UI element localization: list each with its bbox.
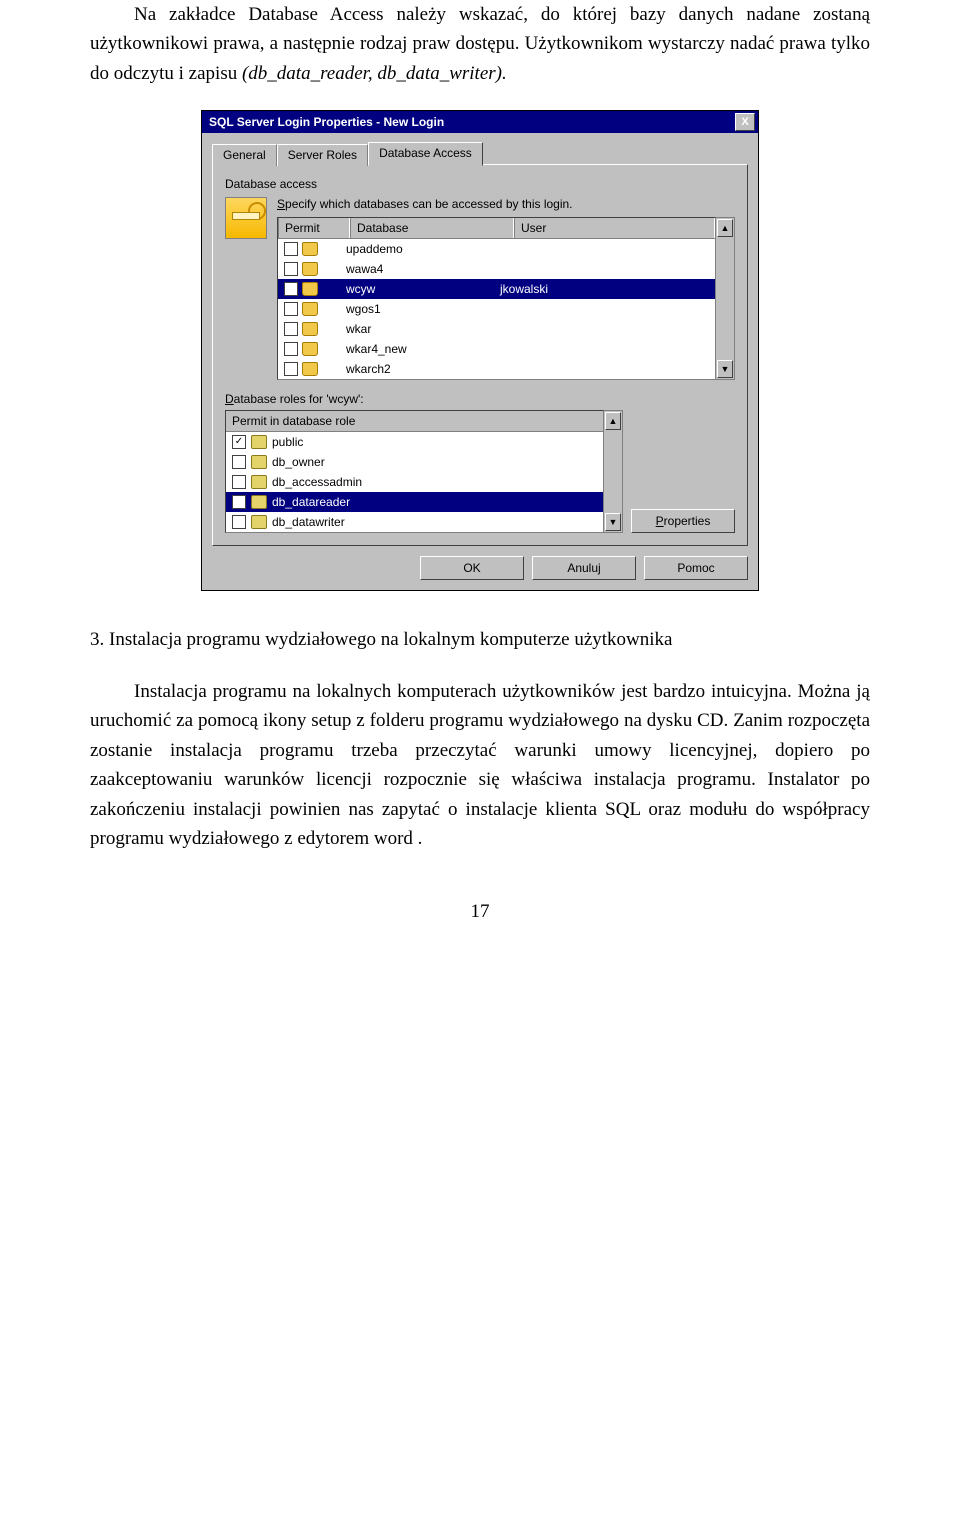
dialog-button-row: OK Anuluj Pomoc: [212, 556, 748, 580]
paragraph-2: Instalacja programu na lokalnych kompute…: [90, 677, 870, 854]
permit-checkbox[interactable]: [284, 322, 298, 336]
database-icon: [302, 342, 318, 356]
permit-checkbox[interactable]: [284, 242, 298, 256]
dialog-window: SQL Server Login Properties - New Login …: [201, 110, 759, 591]
db-name: upaddemo: [342, 242, 496, 256]
scroll-down-icon[interactable]: ▼: [717, 360, 733, 378]
role-name: db_accessadmin: [272, 475, 362, 489]
database-icon: [302, 302, 318, 316]
ok-button[interactable]: OK: [420, 556, 524, 580]
properties-button[interactable]: Properties: [631, 509, 735, 533]
role-name: db_datawriter: [272, 515, 345, 529]
db-name: wkar4_new: [342, 342, 496, 356]
p1-b: (db_data_reader, db_data_writer).: [242, 63, 507, 84]
role-icon: [251, 455, 267, 469]
database-icon: [302, 242, 318, 256]
roles-label: Database roles for 'wcyw':: [225, 392, 735, 406]
db-name: wawa4: [342, 262, 496, 276]
database-icon: [302, 322, 318, 336]
scroll-up-icon[interactable]: ▲: [717, 219, 733, 237]
list-item[interactable]: ✓ db_datareader: [226, 492, 603, 512]
section-heading: 3. Instalacja programu wydziałowego na l…: [90, 625, 870, 654]
database-icon: [302, 262, 318, 276]
role-checkbox[interactable]: [232, 515, 246, 529]
table-row[interactable]: ✓ wcywjkowalski: [278, 279, 715, 299]
roles-header[interactable]: Permit in database role: [226, 411, 603, 432]
section-label: Database access: [225, 177, 735, 191]
scroll-up-icon[interactable]: ▲: [605, 412, 621, 430]
screenshot-container: SQL Server Login Properties - New Login …: [90, 110, 870, 591]
col-user[interactable]: User: [514, 218, 715, 238]
specify-text: Specify which databases can be accessed …: [277, 197, 735, 211]
cancel-button[interactable]: Anuluj: [532, 556, 636, 580]
properties-label: roperties: [664, 514, 711, 528]
table-row[interactable]: wawa4: [278, 259, 715, 279]
role-icon: [251, 495, 267, 509]
role-name: db_owner: [272, 455, 325, 469]
help-button[interactable]: Pomoc: [644, 556, 748, 580]
page-number: 17: [90, 901, 870, 923]
database-icon: [302, 282, 318, 296]
database-icon: [302, 362, 318, 376]
role-icon: [251, 515, 267, 529]
db-name: wkarch2: [342, 362, 496, 376]
role-checkbox[interactable]: ✓: [232, 435, 246, 449]
scroll-down-icon[interactable]: ▼: [605, 513, 621, 531]
lock-icon: [225, 197, 267, 239]
role-icon: [251, 475, 267, 489]
roles-scrollbar[interactable]: ▲ ▼: [604, 410, 623, 533]
tab-panel: Database access Specify which databases …: [212, 164, 748, 546]
close-icon[interactable]: X: [735, 113, 755, 131]
role-checkbox[interactable]: ✓: [232, 495, 246, 509]
p2-text: Instalacja programu na lokalnych kompute…: [90, 681, 870, 849]
list-item[interactable]: db_owner: [226, 452, 603, 472]
role-checkbox[interactable]: [232, 475, 246, 489]
table-row[interactable]: wkar4_new: [278, 339, 715, 359]
col-permit[interactable]: Permit: [278, 218, 350, 238]
tab-strip: General Server Roles Database Access: [212, 141, 748, 165]
paragraph-1: Na zakładce Database Access należy wskaz…: [90, 0, 870, 88]
db-list-header: Permit Database User: [278, 218, 715, 239]
role-icon: [251, 435, 267, 449]
role-checkbox[interactable]: [232, 455, 246, 469]
role-name: public: [272, 435, 303, 449]
table-row[interactable]: wkar: [278, 319, 715, 339]
permit-checkbox[interactable]: ✓: [284, 282, 298, 296]
col-database[interactable]: Database: [350, 218, 514, 238]
table-row[interactable]: wgos1: [278, 299, 715, 319]
db-name: wkar: [342, 322, 496, 336]
tab-database-access[interactable]: Database Access: [368, 142, 483, 166]
db-name: wgos1: [342, 302, 496, 316]
tab-general[interactable]: General: [212, 144, 277, 166]
roles-list: Permit in database role ✓ public db_ownerd…: [225, 410, 604, 533]
db-user: jkowalski: [496, 282, 715, 296]
table-row[interactable]: wkarch2: [278, 359, 715, 379]
database-list: Permit Database User upaddemo wawa4 ✓ wcywj…: [277, 217, 735, 380]
window-title: SQL Server Login Properties - New Login: [205, 115, 444, 129]
role-name: db_datareader: [272, 495, 350, 509]
list-item[interactable]: ✓ public: [226, 432, 603, 452]
permit-checkbox[interactable]: [284, 262, 298, 276]
table-row[interactable]: upaddemo: [278, 239, 715, 259]
permit-checkbox[interactable]: [284, 302, 298, 316]
list-item[interactable]: db_accessadmin: [226, 472, 603, 492]
db-scrollbar[interactable]: ▲ ▼: [716, 217, 735, 380]
titlebar[interactable]: SQL Server Login Properties - New Login …: [202, 111, 758, 133]
db-name: wcyw: [342, 282, 496, 296]
permit-checkbox[interactable]: [284, 362, 298, 376]
list-item[interactable]: db_datawriter: [226, 512, 603, 532]
tab-server-roles[interactable]: Server Roles: [277, 144, 368, 166]
permit-checkbox[interactable]: [284, 342, 298, 356]
